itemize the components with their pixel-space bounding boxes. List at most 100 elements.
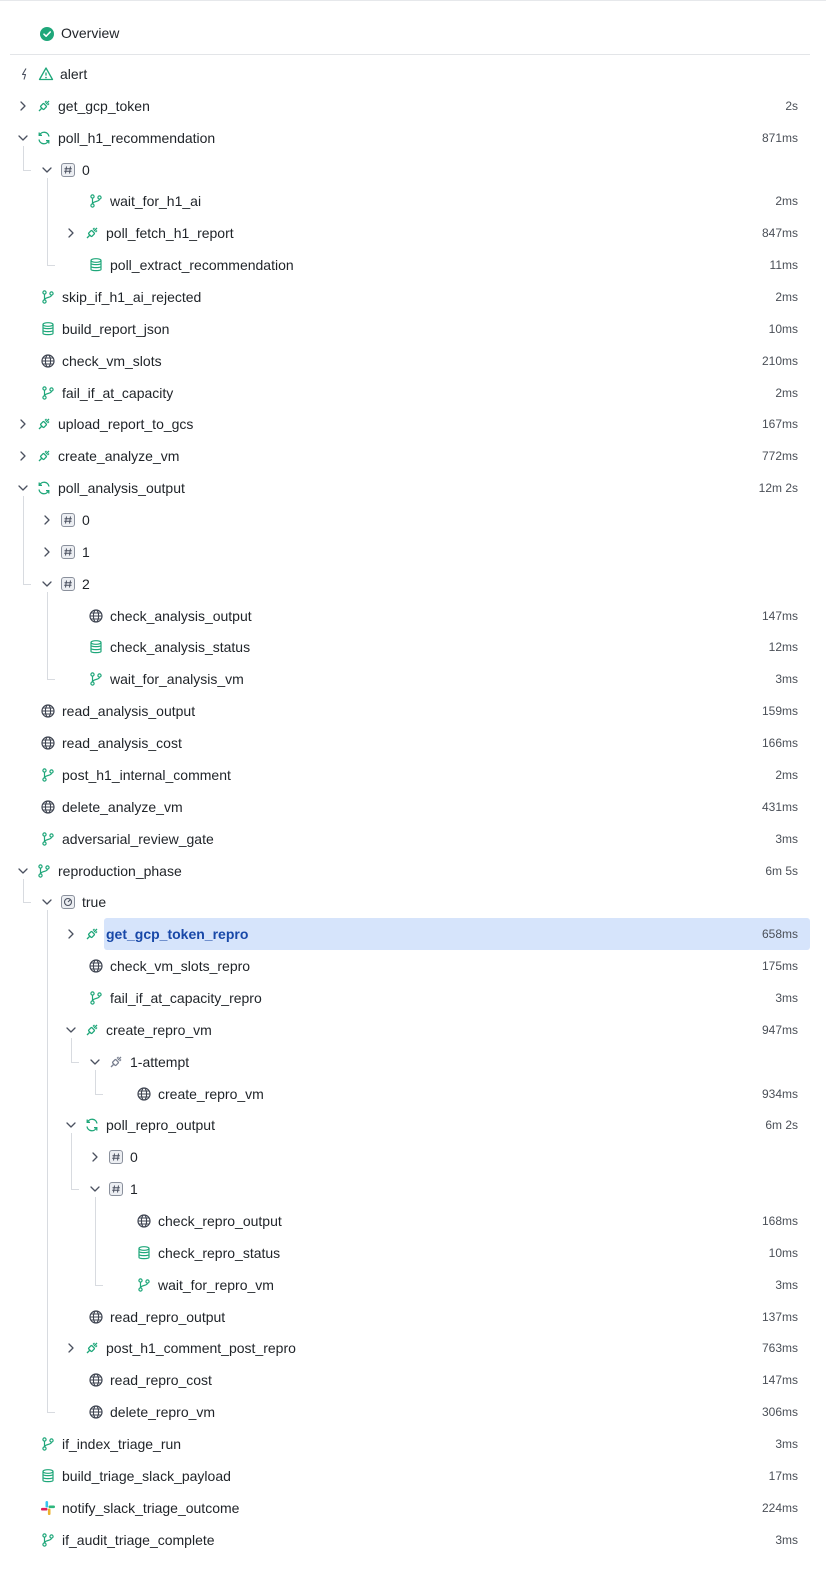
overview-row[interactable]: Overview <box>10 17 810 55</box>
plug-icon <box>36 416 52 432</box>
tree-row[interactable]: delete_analyze_vm 431ms <box>0 791 826 823</box>
globe-icon <box>136 1086 152 1102</box>
tree-row[interactable]: notify_slack_triage_outcome 224ms <box>0 1492 826 1524</box>
chevron-down-icon[interactable] <box>16 864 30 878</box>
chevron-right-icon[interactable] <box>40 545 54 559</box>
globe-icon <box>40 353 56 369</box>
tree-row[interactable]: upload_report_to_gcs 167ms <box>0 408 826 440</box>
row-duration: 2s <box>785 99 798 113</box>
tree-row[interactable]: check_vm_slots 210ms <box>0 345 826 377</box>
tree-row[interactable]: alert <box>0 58 826 90</box>
chevron-down-icon[interactable] <box>16 481 30 495</box>
tree-row[interactable]: poll_analysis_output 12m 2s <box>0 472 826 504</box>
tree-row[interactable]: poll_fetch_h1_report 847ms <box>0 217 826 249</box>
tree-row[interactable]: wait_for_h1_ai 2ms <box>0 185 826 217</box>
tree-guide-line <box>23 496 24 584</box>
tree-row[interactable]: create_repro_vm 947ms <box>0 1014 826 1046</box>
tree-row[interactable]: 0 <box>0 154 826 186</box>
row-label: build_report_json <box>62 321 170 337</box>
chevron-right-icon[interactable] <box>40 513 54 527</box>
row-label: upload_report_to_gcs <box>58 416 194 432</box>
tree-row[interactable]: fail_if_at_capacity_repro 3ms <box>0 982 826 1014</box>
row-duration: 175ms <box>761 959 798 973</box>
row-label: check_vm_slots_repro <box>110 958 251 974</box>
row-label: get_gcp_token_repro <box>106 926 249 942</box>
chevron-right-icon[interactable] <box>16 449 30 463</box>
tree-row[interactable]: post_h1_comment_post_repro 763ms <box>0 1332 826 1364</box>
tree-row[interactable]: if_audit_triage_complete 3ms <box>0 1524 826 1556</box>
tree-row[interactable]: wait_for_analysis_vm 3ms <box>0 663 826 695</box>
chevron-right-icon[interactable] <box>64 226 78 240</box>
tree-row[interactable]: create_analyze_vm 772ms <box>0 440 826 472</box>
row-label: notify_slack_triage_outcome <box>62 1500 240 1516</box>
chevron-down-icon[interactable] <box>40 163 54 177</box>
tree-row[interactable]: 0 <box>0 504 826 536</box>
tree-row[interactable]: check_analysis_status 12ms <box>0 631 826 663</box>
tree-row[interactable]: 0 <box>0 1141 826 1173</box>
tree-row[interactable]: read_analysis_cost 166ms <box>0 727 826 759</box>
row-duration: 3ms <box>775 1278 798 1292</box>
plug-icon <box>84 1340 100 1356</box>
tree-row[interactable]: read_repro_cost 147ms <box>0 1364 826 1396</box>
chevron-down-icon[interactable] <box>16 131 30 145</box>
tree-row[interactable]: build_triage_slack_payload 17ms <box>0 1460 826 1492</box>
row-label: 0 <box>82 512 90 528</box>
tree-row[interactable]: 2 <box>0 568 826 600</box>
tree-row[interactable]: fail_if_at_capacity 2ms <box>0 377 826 409</box>
globe-icon <box>88 1404 104 1420</box>
tree-row[interactable]: check_repro_status 10ms <box>0 1237 826 1269</box>
database-icon <box>136 1245 152 1261</box>
loop-icon <box>36 480 52 496</box>
chevron-down-icon[interactable] <box>88 1182 102 1196</box>
row-label: wait_for_repro_vm <box>158 1277 274 1293</box>
tree-row[interactable]: poll_extract_recommendation 11ms <box>0 249 826 281</box>
tree-row[interactable]: read_analysis_output 159ms <box>0 695 826 727</box>
tree-row[interactable]: poll_repro_output 6m 2s <box>0 1109 826 1141</box>
globe-icon <box>40 735 56 751</box>
row-label: fail_if_at_capacity <box>62 385 174 401</box>
chevron-right-icon[interactable] <box>64 1341 78 1355</box>
tree-row[interactable]: check_repro_output 168ms <box>0 1205 826 1237</box>
tree-row[interactable]: if_index_triage_run 3ms <box>0 1428 826 1460</box>
row-duration: 10ms <box>768 1246 798 1260</box>
tree-guide-line <box>47 178 48 265</box>
row-duration: 17ms <box>768 1469 798 1483</box>
plug-icon <box>84 225 100 241</box>
tree-row[interactable]: get_gcp_token 2s <box>0 90 826 122</box>
chevron-right-icon[interactable] <box>64 927 78 941</box>
chevron-down-icon[interactable] <box>40 577 54 591</box>
tree-row[interactable]: 1-attempt <box>0 1046 826 1078</box>
row-label: poll_fetch_h1_report <box>106 225 234 241</box>
tree-row[interactable]: create_repro_vm 934ms <box>0 1078 826 1110</box>
tree-row[interactable]: wait_for_repro_vm 3ms <box>0 1269 826 1301</box>
tree-row[interactable]: 1 <box>0 536 826 568</box>
tree-row[interactable]: check_vm_slots_repro 175ms <box>0 950 826 982</box>
tree-guide-line <box>95 1070 96 1094</box>
row-label: 1 <box>82 544 90 560</box>
check-circle-icon <box>40 27 54 41</box>
tree-row[interactable]: 1 <box>0 1173 826 1205</box>
chevron-right-icon[interactable] <box>88 1150 102 1164</box>
tree-row[interactable]: read_repro_output 137ms <box>0 1301 826 1333</box>
tree-row[interactable]: build_report_json 10ms <box>0 313 826 345</box>
chevron-down-icon[interactable] <box>88 1055 102 1069</box>
tree-row[interactable]: adversarial_review_gate 3ms <box>0 823 826 855</box>
row-label: if_index_triage_run <box>62 1436 182 1452</box>
tree-row[interactable]: reproduction_phase 6m 5s <box>0 855 826 887</box>
tree-guide-line <box>47 592 48 679</box>
tree-row[interactable]: true <box>0 886 826 918</box>
chevron-down-icon[interactable] <box>64 1118 78 1132</box>
database-icon <box>40 1468 56 1484</box>
globe-icon <box>88 1372 104 1388</box>
tree-row[interactable]: delete_repro_vm 306ms <box>0 1396 826 1428</box>
tree-row[interactable]: skip_if_h1_ai_rejected 2ms <box>0 281 826 313</box>
chevron-down-icon[interactable] <box>40 895 54 909</box>
chevron-right-icon[interactable] <box>16 99 30 113</box>
row-label: check_analysis_output <box>110 608 252 624</box>
chevron-down-icon[interactable] <box>64 1023 78 1037</box>
tree-row[interactable]: get_gcp_token_repro 658ms <box>0 918 826 950</box>
tree-row[interactable]: check_analysis_output 147ms <box>0 600 826 632</box>
tree-row[interactable]: poll_h1_recommendation 871ms <box>0 122 826 154</box>
tree-row[interactable]: post_h1_internal_comment 2ms <box>0 759 826 791</box>
chevron-right-icon[interactable] <box>16 417 30 431</box>
